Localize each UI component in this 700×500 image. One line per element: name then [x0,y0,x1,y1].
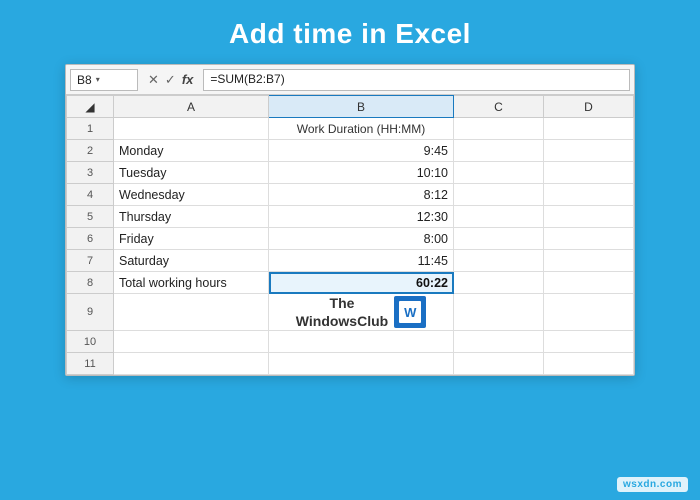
corner-header: ◢ [67,96,114,118]
fx-icon[interactable]: fx [180,72,196,87]
table-row: 2 Monday 9:45 [67,140,634,162]
col-header-c[interactable]: C [454,96,544,118]
cell-c7[interactable] [454,250,544,272]
spreadsheet-grid: ◢ A B C D 1 Work Duration (HH:MM) [66,95,634,375]
cell-a3[interactable]: Tuesday [114,162,269,184]
row-num-5: 5 [67,206,114,228]
cell-ref-dropdown-icon: ▾ [96,75,100,84]
logo-w-letter: W [404,305,416,320]
cell-b5[interactable]: 12:30 [269,206,454,228]
formula-icons-group: ✕ ✓ fx [142,72,199,88]
row-num-11: 11 [67,353,114,375]
table-row: 11 [67,353,634,375]
cell-b4[interactable]: 8:12 [269,184,454,206]
page-title: Add time in Excel [229,18,471,50]
cell-d6[interactable] [544,228,634,250]
cell-b1[interactable]: Work Duration (HH:MM) [269,118,454,140]
row-num-10: 10 [67,331,114,353]
watermark-cell: The WindowsClub W [269,294,454,331]
cell-c11[interactable] [454,353,544,375]
cell-a7[interactable]: Saturday [114,250,269,272]
cell-c2[interactable] [454,140,544,162]
cell-b2[interactable]: 9:45 [269,140,454,162]
row-num-1: 1 [67,118,114,140]
cell-b7[interactable]: 11:45 [269,250,454,272]
col-header-a[interactable]: A [114,96,269,118]
windowsclub-logo: W [394,296,426,328]
watermark-content: The WindowsClub W [269,294,453,330]
cell-a6[interactable]: Friday [114,228,269,250]
cell-d9[interactable] [544,294,634,331]
table-row: 10 [67,331,634,353]
formula-input[interactable]: =SUM(B2:B7) [203,69,630,91]
cell-c3[interactable] [454,162,544,184]
cell-b10[interactable] [269,331,454,353]
row-num-8: 8 [67,272,114,294]
column-header-row: ◢ A B C D [67,96,634,118]
table-row: 4 Wednesday 8:12 [67,184,634,206]
cell-a10[interactable] [114,331,269,353]
cell-b3[interactable]: 10:10 [269,162,454,184]
watermark-text: The WindowsClub [296,294,388,330]
table-row: 7 Saturday 11:45 [67,250,634,272]
cancel-formula-icon[interactable]: ✕ [146,72,161,88]
cell-d2[interactable] [544,140,634,162]
cell-ref-label: B8 [77,73,92,87]
row-num-4: 4 [67,184,114,206]
cell-c10[interactable] [454,331,544,353]
cell-b6[interactable]: 8:00 [269,228,454,250]
cell-c6[interactable] [454,228,544,250]
cell-d7[interactable] [544,250,634,272]
table-row: 3 Tuesday 10:10 [67,162,634,184]
cell-d3[interactable] [544,162,634,184]
row-num-3: 3 [67,162,114,184]
site-badge: wsxdn.com [617,477,688,492]
cell-a4[interactable]: Wednesday [114,184,269,206]
cell-a2[interactable]: Monday [114,140,269,162]
cell-a5[interactable]: Thursday [114,206,269,228]
col-header-b[interactable]: B [269,96,454,118]
spreadsheet-container: B8 ▾ ✕ ✓ fx =SUM(B2:B7) ◢ A B C D [65,64,635,376]
cell-d5[interactable] [544,206,634,228]
cell-c9[interactable] [454,294,544,331]
cell-c5[interactable] [454,206,544,228]
cell-a9[interactable] [114,294,269,331]
cell-b11[interactable] [269,353,454,375]
table-row: 5 Thursday 12:30 [67,206,634,228]
cell-c8[interactable] [454,272,544,294]
table-row-watermark: 9 The WindowsClub W [67,294,634,331]
row-num-9: 9 [67,294,114,331]
cell-c4[interactable] [454,184,544,206]
table-row: 6 Friday 8:00 [67,228,634,250]
data-table: ◢ A B C D 1 Work Duration (HH:MM) [66,95,634,375]
cell-a8[interactable]: Total working hours [114,272,269,294]
cell-d4[interactable] [544,184,634,206]
confirm-formula-icon[interactable]: ✓ [163,72,178,88]
cell-b8[interactable]: 60:22 [269,272,454,294]
row-num-6: 6 [67,228,114,250]
col-header-d[interactable]: D [544,96,634,118]
table-row-selected: 8 Total working hours 60:22 [67,272,634,294]
cell-a1[interactable] [114,118,269,140]
row-num-2: 2 [67,140,114,162]
cell-d1[interactable] [544,118,634,140]
cell-a11[interactable] [114,353,269,375]
cell-d10[interactable] [544,331,634,353]
cell-d11[interactable] [544,353,634,375]
page-container: Add time in Excel B8 ▾ ✕ ✓ fx =SUM(B2:B7… [0,0,700,500]
row-num-7: 7 [67,250,114,272]
cell-c1[interactable] [454,118,544,140]
table-row: 1 Work Duration (HH:MM) [67,118,634,140]
logo-inner: W [399,301,421,323]
formula-bar: B8 ▾ ✕ ✓ fx =SUM(B2:B7) [66,65,634,95]
cell-reference-box[interactable]: B8 ▾ [70,69,138,91]
cell-d8[interactable] [544,272,634,294]
